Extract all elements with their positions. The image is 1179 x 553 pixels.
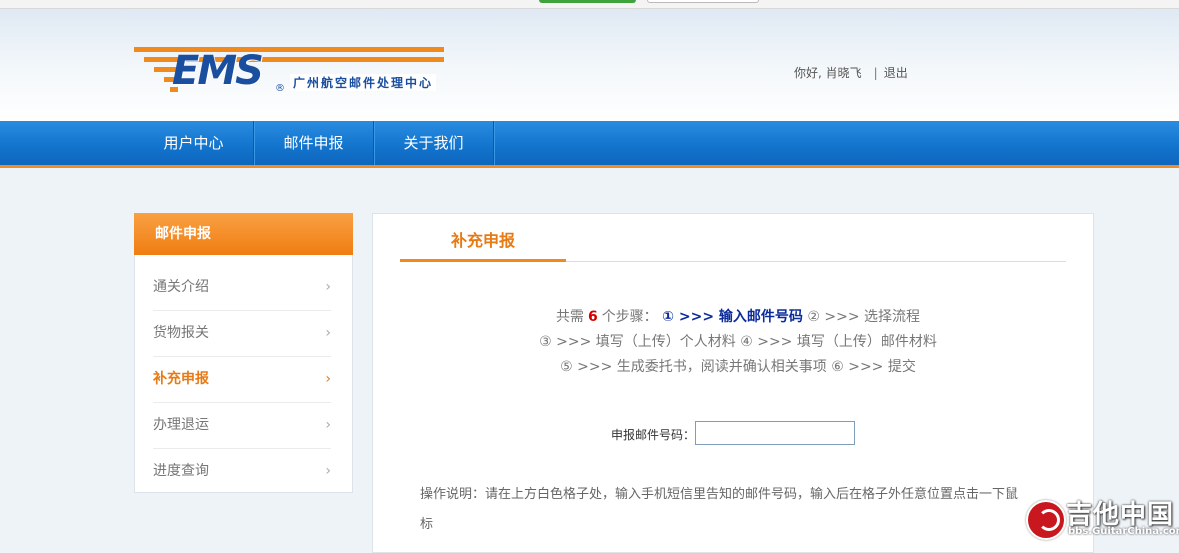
userbar-separator: | — [873, 66, 878, 80]
sidebar-item-goods-declare[interactable]: 货物报关 › — [153, 310, 331, 357]
steps-line-3: ⑤ >>> 生成委托书，阅读并确认相关事项 ⑥ >>> 提交 — [560, 359, 916, 375]
sidebar-item-progress[interactable]: 进度查询 › — [153, 448, 331, 494]
browser-green-button[interactable] — [539, 0, 636, 3]
step-instructions: 共需 6 个步骤： ① >>> 输入邮件号码 ② >>> 选择流程 ③ >>> 填写… — [473, 305, 1003, 380]
nav-item-user-center[interactable]: 用户中心 — [134, 121, 254, 165]
sidebar-item-supplement[interactable]: 补充申报 › — [153, 356, 331, 403]
operation-note: 操作说明：请在上方白色格子处，输入手机短信里告知的邮件号码，输入后在格子外任意位… — [420, 487, 1019, 532]
step-current: ① >>> 输入邮件号码 — [662, 309, 803, 325]
steps-prefix: 共需 — [555, 309, 584, 325]
sidebar-item-customs-intro[interactable]: 通关介绍 › — [153, 264, 331, 311]
chevron-right-icon: › — [325, 371, 331, 387]
browser-top-strip — [0, 0, 1179, 9]
main-nav: 用户中心 邮件申报 关于我们 — [0, 121, 1179, 168]
sidebar-item-label: 货物报关 — [153, 325, 209, 341]
greeting-text: 你好, 肖晓飞 — [794, 66, 862, 80]
steps-suffix: 个步骤： — [601, 309, 658, 325]
sidebar-item-label: 办理退运 — [153, 417, 209, 433]
content-panel: 补充申报 共需 6 个步骤： ① >>> 输入邮件号码 ② >>> 选择流程 ③ >… — [372, 213, 1094, 553]
nav-item-about[interactable]: 关于我们 — [374, 121, 494, 165]
logo-registered-mark: ® — [275, 83, 285, 94]
chevron-right-icon: › — [325, 325, 331, 341]
sidebar: 邮件申报 通关介绍 › 货物报关 › 补充申报 › 办理退运 › 进度查询 › — [134, 213, 353, 493]
logo-center-name: 广州航空邮件处理中心 — [290, 74, 437, 91]
steps-line-1: 共需 6 个步骤： ① >>> 输入邮件号码 ② >>> 选择流程 — [473, 305, 1003, 330]
sidebar-item-label: 通关介绍 — [153, 279, 209, 295]
site-header: EMS ® 广州航空邮件处理中心 你好, 肖晓飞 | 退出 — [0, 9, 1179, 121]
chevron-right-icon: › — [325, 417, 331, 433]
watermark: 吉他中国 bbs.GuitarChina.com — [1024, 494, 1179, 540]
chevron-right-icon: › — [325, 279, 331, 295]
step-2: ② >>> 选择流程 — [807, 309, 921, 325]
mail-number-label: 申报邮件号码： — [611, 428, 696, 442]
browser-gray-button[interactable] — [647, 0, 759, 3]
logout-link[interactable]: 退出 — [884, 66, 908, 80]
sidebar-item-label: 进度查询 — [153, 463, 209, 479]
tab-supplement[interactable]: 补充申报 — [400, 228, 566, 262]
steps-count: 6 — [587, 309, 598, 325]
nav-item-mail-declare[interactable]: 邮件申报 — [254, 121, 374, 165]
sidebar-title: 邮件申报 — [134, 213, 353, 255]
logo-ems-text: EMS — [172, 48, 264, 94]
guitar-logo-icon — [1026, 500, 1066, 540]
sidebar-item-label: 补充申报 — [153, 371, 209, 387]
sidebar-item-return[interactable]: 办理退运 › — [153, 402, 331, 449]
steps-line-2: ③ >>> 填写（上传）个人材料 ④ >>> 填写（上传）邮件材料 — [539, 334, 937, 350]
ems-logo[interactable]: EMS ® 广州航空邮件处理中心 — [134, 45, 454, 101]
mail-number-input[interactable] — [695, 421, 855, 445]
watermark-url: bbs.GuitarChina.com — [1068, 526, 1179, 537]
user-bar: 你好, 肖晓飞 | 退出 — [794, 64, 908, 81]
chevron-right-icon: › — [325, 463, 331, 479]
